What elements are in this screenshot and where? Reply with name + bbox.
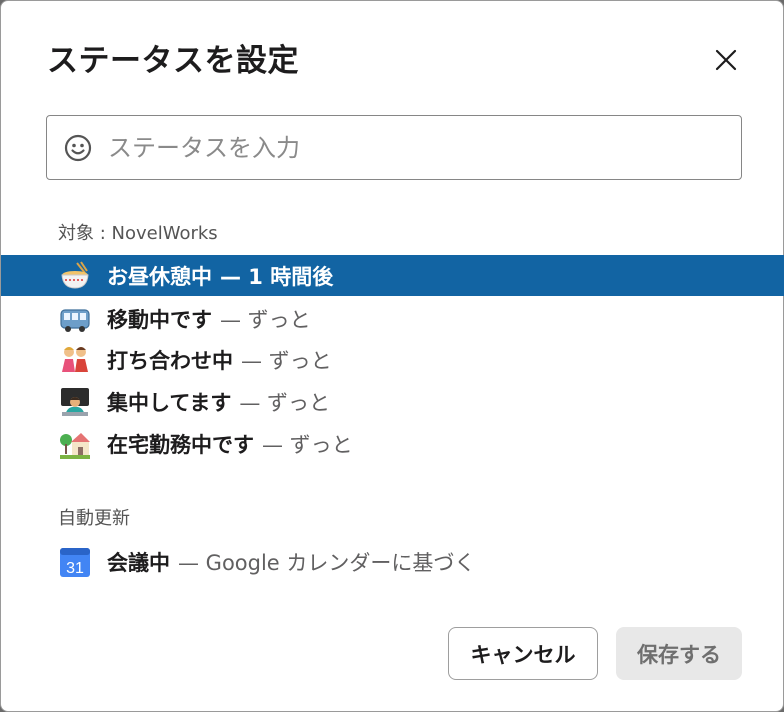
status-option-duration: — ずっと [239, 390, 331, 415]
status-input-box [46, 115, 742, 180]
house-with-garden-icon [58, 427, 92, 461]
save-button[interactable]: 保存する [616, 627, 742, 680]
status-option-remote[interactable]: 在宅勤務中です — ずっと [1, 423, 784, 464]
people-meeting-icon [58, 343, 92, 377]
bus-icon [58, 302, 92, 336]
close-button[interactable] [709, 43, 743, 77]
status-option-lunch[interactable]: お昼休憩中 — 1 時間後 [1, 255, 784, 296]
status-option-name: 打ち合わせ中 [107, 348, 233, 373]
close-icon [715, 49, 737, 71]
ramen-bowl-icon [58, 259, 92, 293]
status-option-duration: — 1 時間後 [220, 264, 334, 289]
status-option-duration: — ずっと [220, 307, 311, 332]
status-input[interactable] [106, 132, 710, 163]
status-option-duration: — ずっと [262, 432, 353, 457]
status-option-duration: — ずっと [241, 348, 332, 373]
set-status-dialog: ステータスを設定 対象 : NovelWorks [0, 0, 784, 712]
status-option-commuting[interactable]: 移動中です — ずっと [1, 298, 784, 339]
emoji-picker-button[interactable] [62, 132, 94, 164]
cancel-button[interactable]: キャンセル [448, 627, 598, 680]
status-option-name: 移動中です [107, 307, 212, 332]
status-option-duration: — Google カレンダーに基づく [178, 550, 476, 575]
status-option-focus[interactable]: 集中してます — ずっと [1, 381, 784, 422]
status-option-name: 集中してます [107, 390, 232, 415]
dialog-title: ステータスを設定 [47, 43, 299, 79]
status-option-name: お昼休憩中 [107, 264, 212, 289]
status-option-meeting[interactable]: 打ち合わせ中 — ずっと [1, 339, 784, 380]
preset-section-label: 対象 : NovelWorks [58, 223, 218, 244]
status-option-name: 在宅勤務中です [107, 432, 254, 457]
auto-section-label: 自動更新 [58, 508, 130, 529]
status-option-name: 会議中 [107, 550, 170, 575]
svg-text:31: 31 [66, 560, 84, 577]
technologist-icon [58, 385, 92, 419]
calendar-31-icon: 31 [58, 545, 92, 579]
smiley-icon [64, 134, 92, 161]
status-option-in-meeting[interactable]: 31 会議中 — Google カレンダーに基づく [1, 541, 784, 582]
